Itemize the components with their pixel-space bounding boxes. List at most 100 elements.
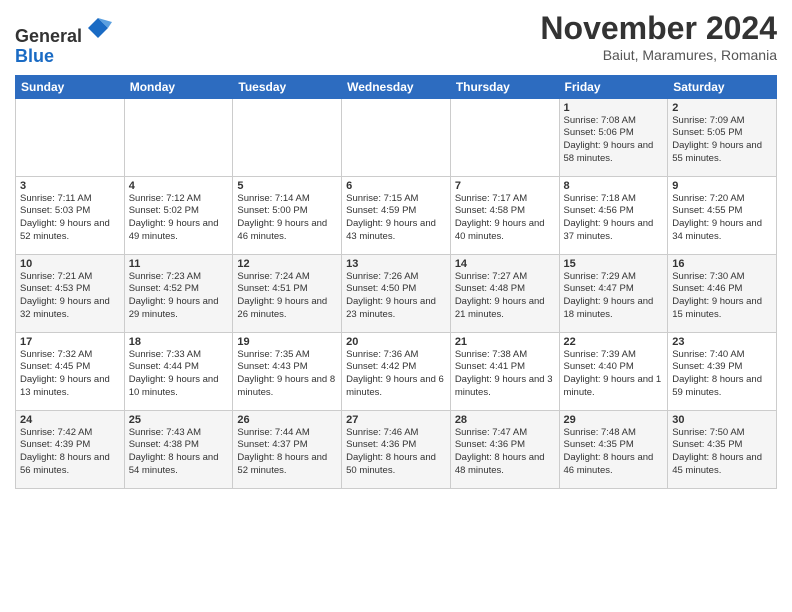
day-info-line: Sunset: 5:00 PM xyxy=(237,205,337,218)
day-info-line: Sunrise: 7:47 AM xyxy=(455,427,555,440)
day-number: 7 xyxy=(455,180,555,192)
calendar-cell: 9Sunrise: 7:20 AMSunset: 4:55 PMDaylight… xyxy=(668,176,777,254)
calendar-cell xyxy=(450,98,559,176)
day-info-line: Daylight: 9 hours and 8 minutes. xyxy=(237,374,337,400)
day-info-line: Daylight: 8 hours and 56 minutes. xyxy=(20,452,120,478)
day-number: 14 xyxy=(455,258,555,270)
calendar-cell: 26Sunrise: 7:44 AMSunset: 4:37 PMDayligh… xyxy=(233,410,342,488)
day-number: 15 xyxy=(564,258,664,270)
day-info-line: Sunset: 4:36 PM xyxy=(346,439,446,452)
day-info-line: Sunset: 5:06 PM xyxy=(564,127,664,140)
col-saturday: Saturday xyxy=(668,75,777,98)
day-info-line: Sunrise: 7:23 AM xyxy=(129,271,229,284)
day-info-line: Daylight: 9 hours and 13 minutes. xyxy=(20,374,120,400)
day-number: 12 xyxy=(237,258,337,270)
day-number: 27 xyxy=(346,414,446,426)
page: General Blue November 2024 Baiut, Maramu… xyxy=(0,0,792,612)
day-info-line: Sunset: 4:45 PM xyxy=(20,361,120,374)
location: Baiut, Maramures, Romania xyxy=(540,47,777,63)
day-info-line: Sunset: 4:56 PM xyxy=(564,205,664,218)
day-info-line: Sunset: 4:37 PM xyxy=(237,439,337,452)
day-info-line: Sunrise: 7:17 AM xyxy=(455,193,555,206)
day-info-line: Sunset: 4:40 PM xyxy=(564,361,664,374)
day-number: 5 xyxy=(237,180,337,192)
day-info-line: Sunset: 4:50 PM xyxy=(346,283,446,296)
logo-icon xyxy=(84,14,112,42)
col-monday: Monday xyxy=(124,75,233,98)
day-info-line: Sunset: 4:58 PM xyxy=(455,205,555,218)
day-info-line: Sunset: 4:39 PM xyxy=(20,439,120,452)
col-tuesday: Tuesday xyxy=(233,75,342,98)
day-info-line: Daylight: 9 hours and 49 minutes. xyxy=(129,218,229,244)
calendar-cell: 16Sunrise: 7:30 AMSunset: 4:46 PMDayligh… xyxy=(668,254,777,332)
day-info-line: Daylight: 8 hours and 46 minutes. xyxy=(564,452,664,478)
day-number: 2 xyxy=(672,102,772,114)
day-info-line: Sunset: 4:59 PM xyxy=(346,205,446,218)
calendar-cell: 20Sunrise: 7:36 AMSunset: 4:42 PMDayligh… xyxy=(342,332,451,410)
calendar-header-row: Sunday Monday Tuesday Wednesday Thursday… xyxy=(16,75,777,98)
calendar-cell: 24Sunrise: 7:42 AMSunset: 4:39 PMDayligh… xyxy=(16,410,125,488)
calendar-cell: 25Sunrise: 7:43 AMSunset: 4:38 PMDayligh… xyxy=(124,410,233,488)
day-info-line: Sunset: 4:35 PM xyxy=(564,439,664,452)
day-info-line: Sunrise: 7:38 AM xyxy=(455,349,555,362)
calendar-cell: 10Sunrise: 7:21 AMSunset: 4:53 PMDayligh… xyxy=(16,254,125,332)
day-info-line: Daylight: 9 hours and 18 minutes. xyxy=(564,296,664,322)
day-info-line: Sunrise: 7:12 AM xyxy=(129,193,229,206)
day-number: 25 xyxy=(129,414,229,426)
day-info-line: Sunrise: 7:30 AM xyxy=(672,271,772,284)
day-info-line: Daylight: 9 hours and 29 minutes. xyxy=(129,296,229,322)
day-info-line: Daylight: 9 hours and 21 minutes. xyxy=(455,296,555,322)
day-info-line: Sunset: 4:38 PM xyxy=(129,439,229,452)
day-number: 29 xyxy=(564,414,664,426)
col-wednesday: Wednesday xyxy=(342,75,451,98)
calendar-cell: 7Sunrise: 7:17 AMSunset: 4:58 PMDaylight… xyxy=(450,176,559,254)
day-number: 23 xyxy=(672,336,772,348)
day-info-line: Daylight: 8 hours and 52 minutes. xyxy=(237,452,337,478)
day-info-line: Sunrise: 7:20 AM xyxy=(672,193,772,206)
calendar-cell: 27Sunrise: 7:46 AMSunset: 4:36 PMDayligh… xyxy=(342,410,451,488)
day-info-line: Daylight: 9 hours and 1 minute. xyxy=(564,374,664,400)
calendar-cell: 29Sunrise: 7:48 AMSunset: 4:35 PMDayligh… xyxy=(559,410,668,488)
logo: General Blue xyxy=(15,14,112,67)
day-number: 28 xyxy=(455,414,555,426)
day-info-line: Sunrise: 7:29 AM xyxy=(564,271,664,284)
calendar-cell: 3Sunrise: 7:11 AMSunset: 5:03 PMDaylight… xyxy=(16,176,125,254)
day-number: 18 xyxy=(129,336,229,348)
day-info-line: Sunset: 4:43 PM xyxy=(237,361,337,374)
day-info-line: Sunrise: 7:40 AM xyxy=(672,349,772,362)
day-number: 11 xyxy=(129,258,229,270)
day-number: 24 xyxy=(20,414,120,426)
day-number: 13 xyxy=(346,258,446,270)
title-area: November 2024 Baiut, Maramures, Romania xyxy=(540,10,777,63)
day-info-line: Sunset: 5:03 PM xyxy=(20,205,120,218)
day-number: 8 xyxy=(564,180,664,192)
day-info-line: Sunrise: 7:27 AM xyxy=(455,271,555,284)
day-info-line: Sunrise: 7:50 AM xyxy=(672,427,772,440)
day-info-line: Daylight: 8 hours and 48 minutes. xyxy=(455,452,555,478)
calendar-cell: 22Sunrise: 7:39 AMSunset: 4:40 PMDayligh… xyxy=(559,332,668,410)
day-info-line: Daylight: 9 hours and 55 minutes. xyxy=(672,140,772,166)
day-info-line: Sunrise: 7:24 AM xyxy=(237,271,337,284)
day-info-line: Sunrise: 7:39 AM xyxy=(564,349,664,362)
day-info-line: Sunrise: 7:08 AM xyxy=(564,115,664,128)
calendar-week-4: 24Sunrise: 7:42 AMSunset: 4:39 PMDayligh… xyxy=(16,410,777,488)
day-info-line: Sunrise: 7:33 AM xyxy=(129,349,229,362)
logo-blue: Blue xyxy=(15,46,54,66)
calendar-cell xyxy=(16,98,125,176)
day-info-line: Sunrise: 7:14 AM xyxy=(237,193,337,206)
month-title: November 2024 xyxy=(540,10,777,47)
calendar-week-3: 17Sunrise: 7:32 AMSunset: 4:45 PMDayligh… xyxy=(16,332,777,410)
day-number: 22 xyxy=(564,336,664,348)
day-number: 17 xyxy=(20,336,120,348)
day-number: 19 xyxy=(237,336,337,348)
day-info-line: Sunset: 4:51 PM xyxy=(237,283,337,296)
day-info-line: Daylight: 9 hours and 43 minutes. xyxy=(346,218,446,244)
day-info-line: Daylight: 8 hours and 45 minutes. xyxy=(672,452,772,478)
calendar-cell xyxy=(233,98,342,176)
calendar-cell: 17Sunrise: 7:32 AMSunset: 4:45 PMDayligh… xyxy=(16,332,125,410)
day-info-line: Sunset: 4:47 PM xyxy=(564,283,664,296)
calendar-cell: 13Sunrise: 7:26 AMSunset: 4:50 PMDayligh… xyxy=(342,254,451,332)
calendar-cell: 8Sunrise: 7:18 AMSunset: 4:56 PMDaylight… xyxy=(559,176,668,254)
day-info-line: Daylight: 9 hours and 26 minutes. xyxy=(237,296,337,322)
day-info-line: Daylight: 9 hours and 40 minutes. xyxy=(455,218,555,244)
